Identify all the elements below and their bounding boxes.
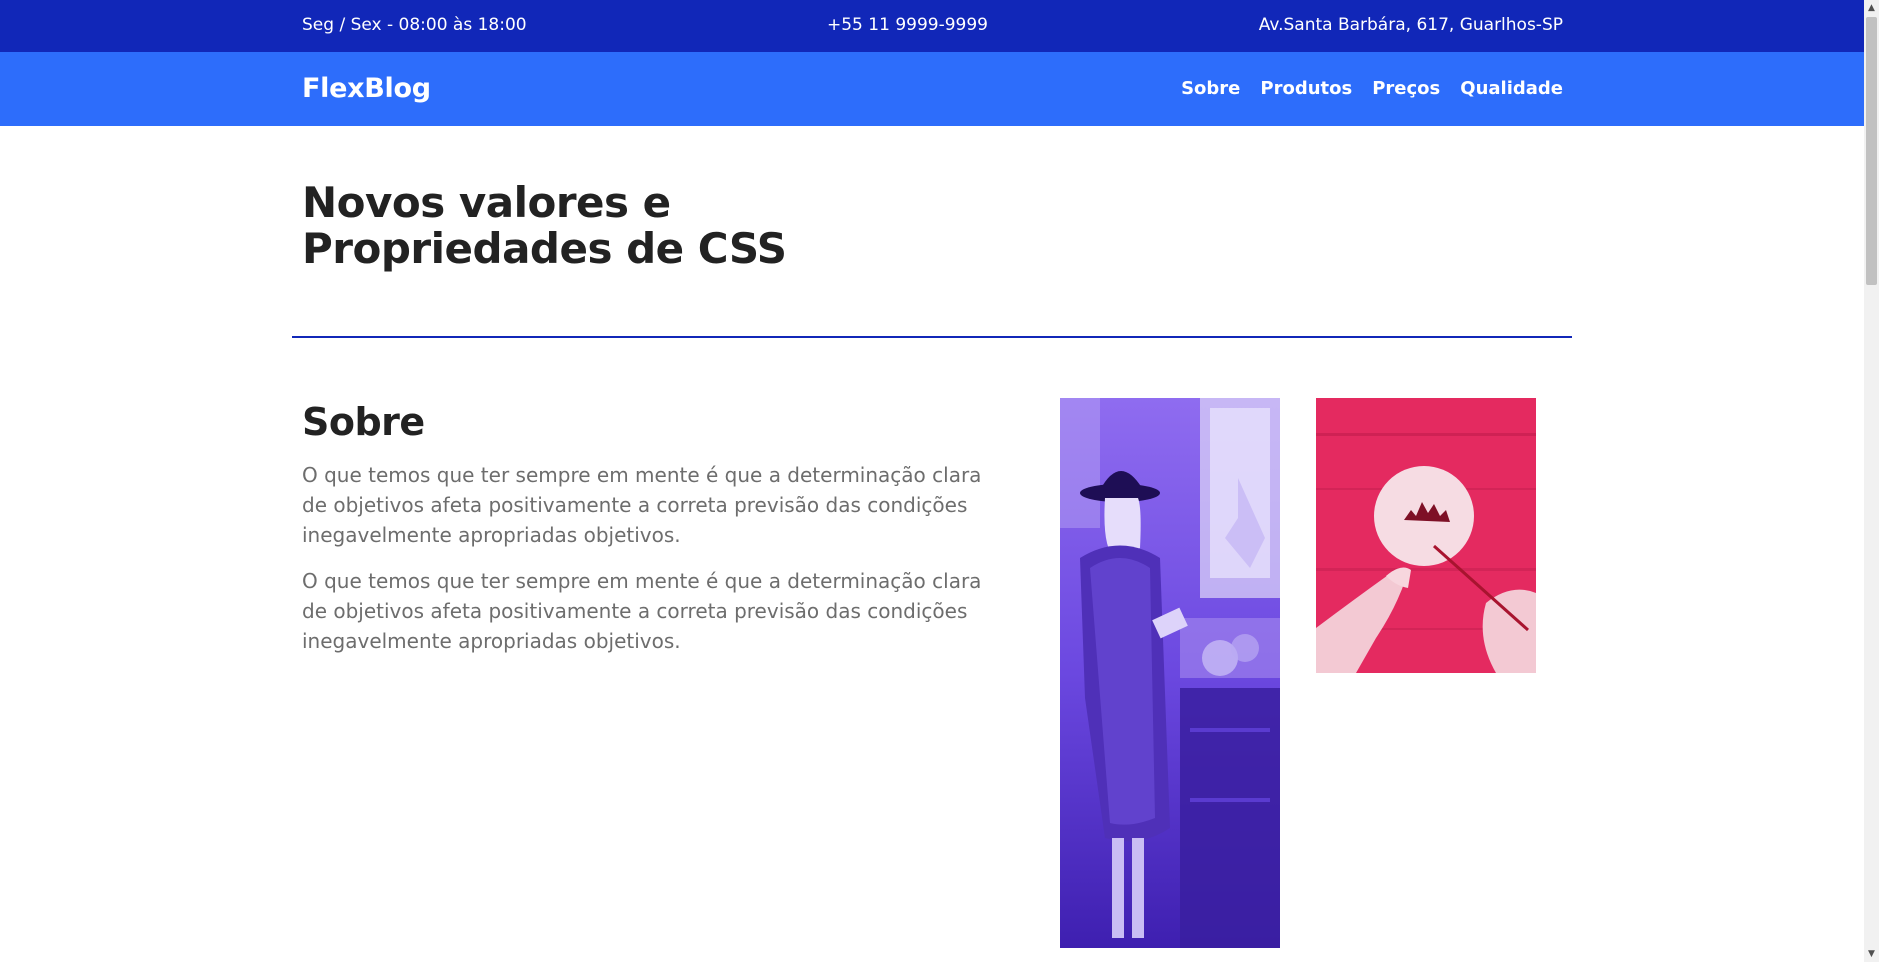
scroll-thumb[interactable] [1866, 17, 1877, 285]
woman-with-hat-image [1060, 398, 1280, 948]
nav-link-sobre[interactable]: Sobre [1181, 78, 1240, 99]
hero-title-line-1: Novos valores e [302, 178, 671, 227]
sobre-paragraph-2: O que temos que ter sempre em mente é qu… [302, 569, 982, 653]
top-info-bar: Seg / Sex - 08:00 às 18:00 +55 11 9999-9… [0, 0, 1864, 52]
opening-hours: Seg / Sex - 08:00 às 18:00 [302, 15, 527, 35]
sobre-title: Sobre [302, 400, 425, 444]
nav-link-precos[interactable]: Preços [1372, 78, 1440, 99]
scroll-up-arrow-icon[interactable]: ▲ [1864, 0, 1879, 16]
address: Av.Santa Barbára, 617, Guarlhos-SP [1258, 15, 1563, 35]
hero-title-line-2: Propriedades de CSS [302, 224, 787, 273]
nav-link-produtos[interactable]: Produtos [1260, 78, 1352, 99]
vertical-scrollbar[interactable]: ▲ ▼ [1864, 0, 1879, 962]
page: Seg / Sex - 08:00 às 18:00 +55 11 9999-9… [0, 0, 1864, 962]
woman-with-hat-illustration [1060, 398, 1280, 948]
painting-hands-image [1316, 398, 1536, 673]
section-divider [292, 336, 1572, 338]
hero-title: Novos valores e Propriedades de CSS [302, 180, 1002, 272]
nav-link-qualidade[interactable]: Qualidade [1460, 78, 1563, 99]
scroll-down-arrow-icon[interactable]: ▼ [1864, 946, 1879, 962]
phone-number: +55 11 9999-9999 [827, 15, 988, 35]
painting-hands-illustration [1316, 398, 1536, 673]
main-navbar: FlexBlog Sobre Produtos Preços Qualidade [0, 52, 1864, 126]
sobre-paragraph-1: O que temos que ter sempre em mente é qu… [302, 463, 982, 547]
site-logo[interactable]: FlexBlog [302, 73, 431, 104]
main-nav: Sobre Produtos Preços Qualidade [1181, 78, 1563, 99]
